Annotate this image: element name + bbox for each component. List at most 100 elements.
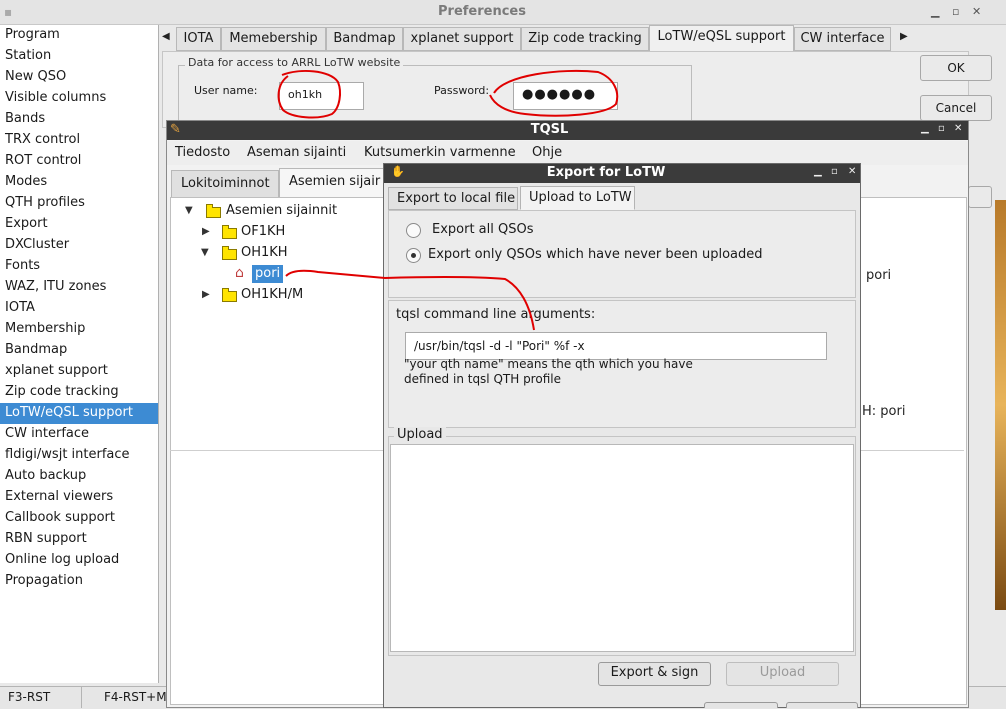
menu-kutsumerkin-varmenne[interactable]: Kutsumerkin varmenne [364, 145, 516, 160]
home-icon: ⌂ [235, 265, 244, 281]
menu-aseman-sijainti[interactable]: Aseman sijainti [247, 145, 346, 160]
tqsl-hint-line1: "your qth name" means the qth which you … [404, 357, 693, 371]
sidebar-item-iota[interactable]: IOTA [0, 298, 158, 319]
sidebar-item-xplanet-support[interactable]: xplanet support [0, 361, 158, 382]
tab-scroll-right-icon[interactable]: ▶ [900, 31, 908, 42]
sidebar-item-membership[interactable]: Membership [0, 319, 158, 340]
sidebar-item-program[interactable]: Program [0, 25, 158, 46]
sidebar-item-rot-control[interactable]: ROT control [0, 151, 158, 172]
partial-button[interactable] [704, 702, 778, 708]
minimize-icon[interactable]: ▁ [931, 5, 939, 18]
sidebar-item-callbook-support[interactable]: Callbook support [0, 508, 158, 529]
tree-item-pori[interactable]: pori [252, 265, 284, 283]
sidebar-item-online-log-upload[interactable]: Online log upload [0, 550, 158, 571]
sidebar-item-fonts[interactable]: Fonts [0, 256, 158, 277]
preferences-sidebar: Program Station New QSO Visible columns Band… [0, 25, 159, 683]
tree-item-of1kh[interactable]: OF1KH [241, 223, 285, 241]
partial-button[interactable] [786, 702, 858, 708]
upload-log-area[interactable] [390, 444, 854, 652]
username-label: User name: [194, 84, 258, 97]
menu-tiedosto[interactable]: Tiedosto [175, 145, 230, 160]
tqsl-args-label: tqsl command line arguments: [396, 307, 596, 322]
upload-group-label: Upload [394, 427, 446, 442]
tab-membership[interactable]: Memebership [221, 27, 326, 51]
tqsl-menubar: Tiedosto Aseman sijainti Kutsumerkin var… [167, 141, 968, 165]
tab-cw-interface[interactable]: CW interface [794, 27, 891, 51]
radio-export-new[interactable] [406, 248, 421, 263]
sidebar-item-qth-profiles[interactable]: QTH profiles [0, 193, 158, 214]
tqsl-hint-line2: defined in tqsl QTH profile [404, 372, 561, 386]
sidebar-item-bandmap[interactable]: Bandmap [0, 340, 158, 361]
tree-expand-icon[interactable]: ▶ [202, 289, 210, 300]
radio-export-all-label[interactable]: Export all QSOs [432, 222, 534, 237]
sidebar-item-rbn-support[interactable]: RBN support [0, 529, 158, 550]
tree-item-oh1kh-m[interactable]: OH1KH/M [241, 286, 303, 304]
sidebar-item-external-viewers[interactable]: External viewers [0, 487, 158, 508]
tab-zip-code[interactable]: Zip code tracking [521, 27, 649, 51]
username-input[interactable]: oh1kh [279, 82, 364, 110]
tab-xplanet[interactable]: xplanet support [403, 27, 521, 51]
tab-bandmap[interactable]: Bandmap [326, 27, 403, 51]
export-close-icon[interactable]: ✕ [848, 166, 856, 177]
upload-button[interactable]: Upload [726, 662, 839, 686]
tqsl-minimize-icon[interactable]: ▁ [921, 123, 929, 134]
preferences-title: Preferences [438, 4, 526, 19]
sidebar-item-cw-interface[interactable]: CW interface [0, 424, 158, 445]
maximize-icon[interactable]: ▫ [952, 5, 959, 18]
sidebar-item-export[interactable]: Export [0, 214, 158, 235]
tree-expand-icon[interactable]: ▶ [202, 226, 210, 237]
tqsl-args-input[interactable]: /usr/bin/tqsl -d -l "Pori" %f -x [405, 332, 827, 360]
tab-export-local-file[interactable]: Export to local file [388, 187, 518, 210]
folder-icon [222, 288, 237, 302]
sidebar-item-waz-itu-zones[interactable]: WAZ, ITU zones [0, 277, 158, 298]
sidebar-item-visible-columns[interactable]: Visible columns [0, 88, 158, 109]
partial-button[interactable] [968, 186, 992, 208]
background-window-strip [995, 200, 1006, 610]
status-f3-rst: F3-RST [0, 687, 82, 708]
ok-button[interactable]: OK [920, 55, 992, 81]
menu-ohje[interactable]: Ohje [532, 145, 562, 160]
sidebar-item-new-qso[interactable]: New QSO [0, 67, 158, 88]
tab-scroll-left-icon[interactable]: ◀ [162, 31, 170, 42]
tree-item-oh1kh[interactable]: OH1KH [241, 244, 288, 262]
tab-lotw-eqsl[interactable]: LoTW/eQSL support [649, 25, 794, 52]
tqsl-title: TQSL [530, 122, 569, 137]
cancel-button[interactable]: Cancel [920, 95, 992, 121]
sidebar-item-trx-control[interactable]: TRX control [0, 130, 158, 151]
radio-export-all[interactable] [406, 223, 421, 238]
sidebar-item-lotw-eqsl-support[interactable]: LoTW/eQSL support [0, 403, 158, 424]
status-f4-rst: F4-RST+M [104, 690, 167, 704]
password-label: Password: [434, 84, 490, 97]
sidebar-item-station[interactable]: Station [0, 46, 158, 67]
tqsl-close-icon[interactable]: ✕ [954, 123, 962, 134]
sidebar-item-dxcluster[interactable]: DXCluster [0, 235, 158, 256]
station-detail-text: pori [866, 268, 892, 283]
password-input[interactable]: ●●●●●● [513, 82, 618, 110]
tab-asemien-sijainnit[interactable]: Asemien sijair [279, 168, 385, 198]
tab-upload-to-lotw[interactable]: Upload to LoTW [520, 186, 635, 210]
tree-collapse-icon[interactable]: ▼ [185, 205, 193, 216]
export-title: Export for LoTW [546, 165, 666, 180]
export-sign-button[interactable]: Export & sign [598, 662, 711, 686]
folder-icon [222, 246, 237, 260]
folder-icon [222, 225, 237, 239]
tree-collapse-icon[interactable]: ▼ [201, 247, 209, 258]
station-detail-text-2: H: pori [862, 404, 906, 419]
sidebar-item-fldigi-wsjt-interface[interactable]: fldigi/wsjt interface [0, 445, 158, 466]
radio-export-new-label[interactable]: Export only QSOs which have never been u… [428, 247, 763, 262]
lotw-group-label: Data for access to ARRL LoTW website [185, 56, 404, 69]
export-minimize-icon[interactable]: ▁ [814, 166, 822, 177]
sidebar-item-bands[interactable]: Bands [0, 109, 158, 130]
sidebar-item-zip-code-tracking[interactable]: Zip code tracking [0, 382, 158, 403]
tab-lokitoiminnot[interactable]: Lokitoiminnot [171, 170, 279, 198]
sidebar-item-modes[interactable]: Modes [0, 172, 158, 193]
folder-icon [206, 204, 221, 218]
tqsl-maximize-icon[interactable]: ▫ [938, 123, 945, 134]
preferences-tabbar: ◀ IOTA Memebership Bandmap xplanet suppo… [160, 25, 920, 52]
close-icon[interactable]: ✕ [972, 5, 981, 18]
tree-root-label[interactable]: Asemien sijainnit [226, 202, 337, 220]
sidebar-item-auto-backup[interactable]: Auto backup [0, 466, 158, 487]
tab-iota[interactable]: IOTA [176, 27, 221, 51]
export-maximize-icon[interactable]: ▫ [831, 166, 838, 177]
sidebar-item-propagation[interactable]: Propagation [0, 571, 158, 592]
